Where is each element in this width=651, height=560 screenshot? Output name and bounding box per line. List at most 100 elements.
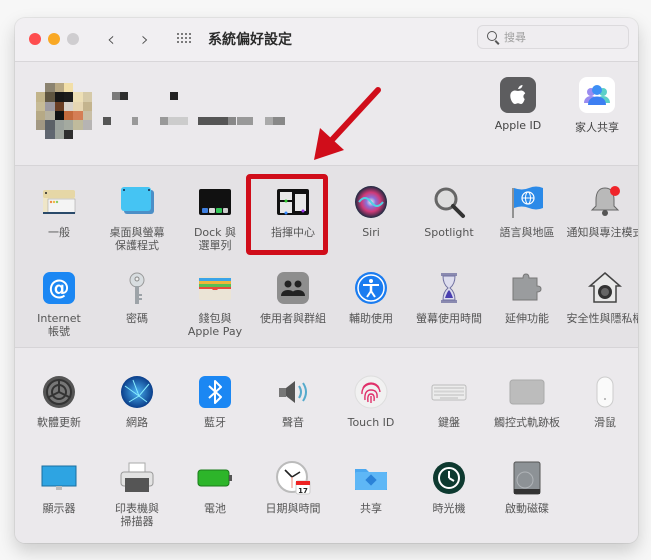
- pref-pane-label: 語言與地區: [499, 226, 555, 239]
- network-globe-icon: [119, 374, 155, 410]
- pref-pane-label: Spotlight: [424, 226, 474, 239]
- pref-pane-label: 鍵盤: [438, 416, 460, 429]
- search-field[interactable]: [477, 25, 629, 49]
- pref-pane-network[interactable]: 網路: [97, 374, 177, 429]
- pref-pane-screen-time[interactable]: 螢幕使用時間: [409, 270, 489, 325]
- pref-pane-software-update[interactable]: 軟體更新: [19, 374, 99, 429]
- pref-pane-label: 密碼: [126, 312, 148, 325]
- window-title: 系統偏好設定: [208, 32, 292, 48]
- dock-icon: [197, 184, 233, 220]
- pref-pane-dock-menubar[interactable]: Dock 與 選單列: [175, 184, 255, 252]
- gear-icon: [41, 374, 77, 410]
- pref-pane-label: Siri: [362, 226, 380, 239]
- user-avatar[interactable]: [36, 83, 92, 139]
- apple-id-label: Apple ID: [494, 119, 542, 132]
- close-button[interactable]: [29, 33, 41, 45]
- siri-orb-icon: [353, 184, 389, 220]
- display-icon: [41, 460, 77, 496]
- pref-pane-label: 安全性與隱私權: [566, 312, 639, 325]
- pref-pane-touch-id[interactable]: Touch ID: [331, 374, 411, 429]
- pref-pane-label: 日期與時間: [265, 502, 321, 515]
- printer-icon: [119, 460, 155, 496]
- pref-pane-startup-disk[interactable]: 啟動磁碟: [487, 460, 567, 515]
- pref-pane-bluetooth[interactable]: 藍牙: [175, 374, 255, 429]
- pref-pane-keyboard[interactable]: 鍵盤: [409, 374, 489, 429]
- fingerprint-icon: [353, 374, 389, 410]
- apple-id-pane[interactable]: Apple ID: [483, 77, 553, 132]
- at-sign-icon: @: [41, 270, 77, 306]
- folder-share-icon: [353, 460, 389, 496]
- pref-pane-desktop-screensaver[interactable]: 桌面與螢幕 保護程式: [97, 184, 177, 252]
- pref-pane-label: 網路: [126, 416, 148, 429]
- pref-pane-label: 印表機與 掃描器: [115, 502, 159, 528]
- pref-pane-label: 輔助使用: [349, 312, 393, 325]
- family-sharing-label: 家人共享: [575, 121, 619, 134]
- pref-pane-label: Touch ID: [347, 416, 395, 429]
- pref-pane-siri[interactable]: Siri: [331, 184, 411, 239]
- search-input[interactable]: [504, 29, 624, 45]
- hardware-prefs-section: 軟體更新 網路 藍牙 聲音 Touch ID 鍵盤 觸控式軌跡板 滑鼠顯示器 印表機與 掃描器 電…: [15, 348, 638, 543]
- trackpad-icon: [509, 374, 545, 410]
- pref-pane-label: 軟體更新: [37, 416, 81, 429]
- family-sharing-pane[interactable]: 家人共享: [562, 77, 632, 135]
- pref-pane-label: 螢幕使用時間: [416, 312, 482, 325]
- wallet-icon: [197, 270, 233, 306]
- pref-pane-general[interactable]: 一般: [19, 184, 99, 239]
- house-lock-icon: [587, 270, 623, 306]
- apple-logo-icon: [500, 77, 536, 113]
- mouse-icon: [587, 374, 623, 410]
- show-all-grid-icon[interactable]: [177, 33, 193, 45]
- svg-text:@: @: [49, 276, 70, 300]
- pref-pane-label: 藍牙: [204, 416, 226, 429]
- pref-pane-label: 錢包與 Apple Pay: [187, 312, 243, 338]
- users-icon: [275, 270, 311, 306]
- account-section: Apple ID 家人共享: [15, 62, 638, 166]
- minimize-button[interactable]: [48, 33, 60, 45]
- keyboard-icon: [431, 374, 467, 410]
- pref-pane-label: 滑鼠: [594, 416, 616, 429]
- pref-pane-time-machine[interactable]: 時光機: [409, 460, 489, 515]
- pref-pane-mouse[interactable]: 滑鼠: [565, 374, 638, 429]
- pref-pane-accessibility[interactable]: 輔助使用: [331, 270, 411, 325]
- accessibility-icon: [353, 270, 389, 306]
- pref-pane-label: Dock 與 選單列: [193, 226, 237, 252]
- pref-pane-battery[interactable]: 電池: [175, 460, 255, 515]
- pref-pane-label: 共享: [360, 502, 382, 515]
- pref-pane-label: Internet 帳號: [37, 312, 81, 338]
- key-icon: [119, 270, 155, 306]
- pref-pane-label: 顯示器: [42, 502, 76, 515]
- pref-pane-printers-scanners[interactable]: 印表機與 掃描器: [97, 460, 177, 528]
- pref-pane-passwords[interactable]: 密碼: [97, 270, 177, 325]
- pref-pane-label: 桌面與螢幕 保護程式: [109, 226, 165, 252]
- system-preferences-window: ‹ › 系統偏好設定 搜尋 Apple ID 家人共享 一般 桌面與螢幕 保護程…: [15, 18, 638, 543]
- time-machine-icon: [431, 460, 467, 496]
- highlight-box: [246, 174, 328, 255]
- pref-pane-language-region[interactable]: 語言與地區: [487, 184, 567, 239]
- search-icon: [487, 31, 497, 41]
- pref-pane-label: 電池: [204, 502, 226, 515]
- pref-pane-displays[interactable]: 顯示器: [19, 460, 99, 515]
- pref-pane-date-time[interactable]: 17 日期與時間: [253, 460, 333, 515]
- svg-text:17: 17: [298, 487, 308, 495]
- pref-pane-wallet-applepay[interactable]: 錢包與 Apple Pay: [175, 270, 255, 338]
- family-people-icon: [579, 77, 615, 113]
- zoom-button[interactable]: [67, 33, 79, 45]
- pref-pane-sound[interactable]: 聲音: [253, 374, 333, 429]
- desktop-icon: [119, 184, 155, 220]
- pref-pane-security-privacy[interactable]: 安全性與隱私權: [565, 270, 638, 325]
- pref-pane-internet-accounts[interactable]: @ Internet 帳號: [19, 270, 99, 338]
- pref-pane-sharing[interactable]: 共享: [331, 460, 411, 515]
- forward-button[interactable]: ›: [141, 26, 149, 52]
- bluetooth-icon: [197, 374, 233, 410]
- back-button[interactable]: ‹: [107, 26, 115, 52]
- pref-pane-spotlight[interactable]: Spotlight: [409, 184, 489, 239]
- pref-pane-users-groups[interactable]: 使用者與群組: [253, 270, 333, 325]
- pref-pane-extensions[interactable]: 延伸功能: [487, 270, 567, 325]
- pref-pane-label: 時光機: [432, 502, 466, 515]
- pref-pane-label: 聲音: [282, 416, 304, 429]
- pref-pane-trackpad[interactable]: 觸控式軌跡板: [487, 374, 567, 429]
- hard-disk-icon: [509, 460, 545, 496]
- pref-pane-notifications-focus[interactable]: 通知與專注模式: [565, 184, 638, 239]
- pref-pane-label: 一般: [48, 226, 70, 239]
- pref-pane-label: 通知與專注模式: [566, 226, 639, 239]
